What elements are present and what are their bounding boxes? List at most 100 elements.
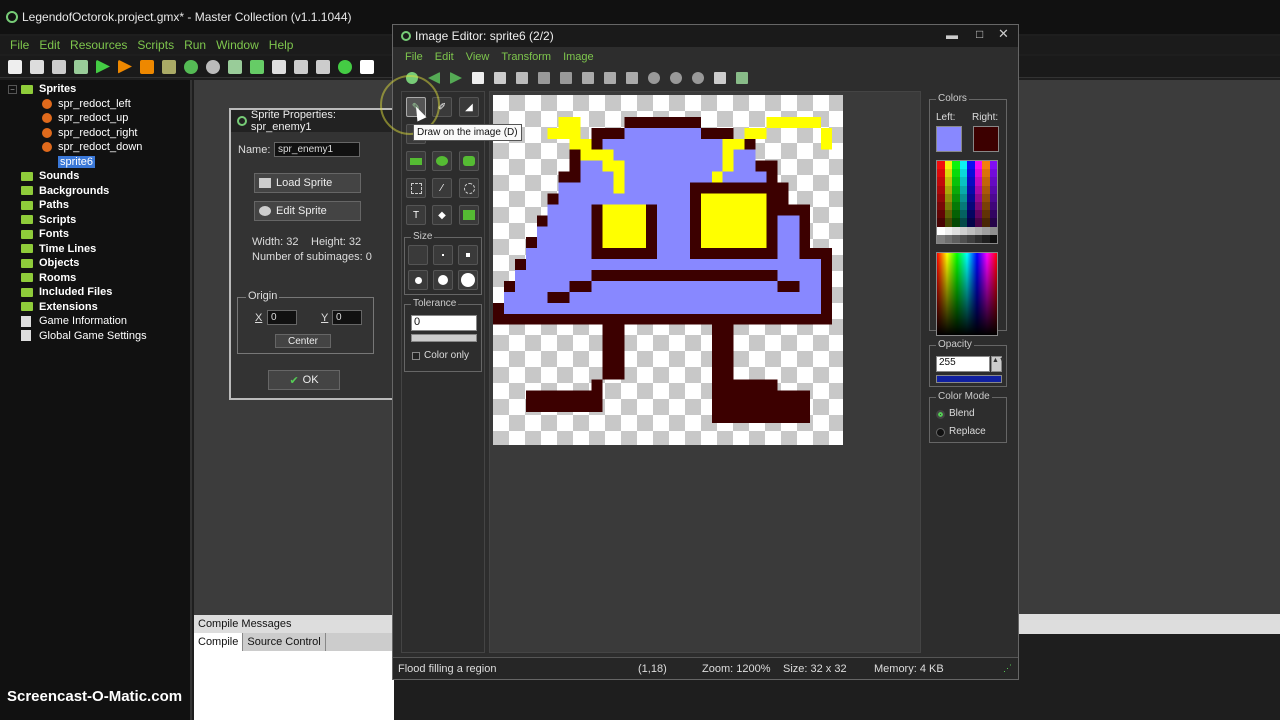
run-icon[interactable] [96, 59, 110, 74]
menu-scripts[interactable]: Scripts [137, 38, 174, 52]
create-path-icon[interactable] [250, 59, 264, 74]
palette-swatch[interactable] [944, 169, 952, 178]
tree-objects-folder[interactable]: Objects [0, 256, 190, 271]
palette-swatch[interactable] [989, 201, 997, 211]
palette-swatch[interactable] [937, 177, 945, 186]
tree-scripts-folder[interactable]: Scripts [0, 213, 190, 228]
rounded-rect-tool-icon[interactable] [459, 151, 479, 171]
tab-source-control[interactable]: Source Control [243, 633, 326, 651]
ie-menu-view[interactable]: View [466, 51, 490, 63]
palette-swatch[interactable] [944, 185, 952, 194]
palette-swatch[interactable] [989, 234, 997, 243]
text-tool-icon[interactable]: T [406, 205, 426, 225]
palette-swatch[interactable] [982, 234, 990, 243]
zoom-in-icon[interactable] [692, 72, 704, 84]
palette-swatch[interactable] [952, 234, 960, 243]
palette-swatch[interactable] [937, 193, 945, 202]
palette-swatch[interactable] [974, 169, 982, 178]
select-region-icon[interactable] [406, 178, 426, 198]
ie-menu-image[interactable]: Image [563, 51, 594, 63]
new-image-icon[interactable] [472, 72, 484, 84]
sprite-name-field[interactable]: spr_enemy1 [274, 142, 360, 157]
palette-swatch[interactable] [959, 226, 967, 235]
right-color-swatch[interactable] [973, 126, 999, 152]
tree-included-files-folder[interactable]: Included Files [0, 285, 190, 300]
create-room-icon[interactable] [360, 59, 374, 74]
menu-help[interactable]: Help [269, 38, 294, 52]
create-sound-icon[interactable] [206, 59, 220, 74]
change-color-icon[interactable] [459, 205, 479, 225]
copy-icon[interactable] [604, 72, 616, 84]
ok-button[interactable]: ✔ OK [268, 370, 340, 390]
palette-swatch[interactable] [967, 234, 975, 243]
redo-icon[interactable] [560, 72, 572, 84]
create-font-icon[interactable] [294, 59, 308, 74]
opacity-spinner[interactable]: ▲▼ [991, 356, 1006, 372]
palette-swatch[interactable] [974, 218, 982, 227]
center-button[interactable]: Center [275, 334, 331, 348]
palette-swatch[interactable] [967, 177, 975, 186]
palette-swatch[interactable] [937, 234, 945, 243]
tree-global-game-settings[interactable]: Global Game Settings [0, 329, 190, 344]
blend-radio[interactable] [936, 410, 945, 419]
create-executable-icon[interactable] [74, 59, 88, 74]
menu-run[interactable]: Run [184, 38, 206, 52]
tree-extensions-folder[interactable]: Extensions [0, 300, 190, 315]
palette-swatch[interactable] [952, 193, 960, 202]
palette-swatch[interactable] [967, 185, 975, 194]
palette-swatch[interactable] [974, 234, 982, 243]
paste-icon[interactable] [626, 72, 638, 84]
palette-swatch[interactable] [982, 201, 990, 211]
cut-icon[interactable] [582, 72, 594, 84]
tree-paths-folder[interactable]: Paths [0, 198, 190, 213]
palette-swatch[interactable] [982, 169, 990, 178]
tree-sprite-item[interactable]: spr_redoct_right [0, 126, 190, 141]
create-timeline-icon[interactable] [316, 59, 330, 74]
palette-swatch[interactable] [982, 218, 990, 227]
palette-swatch[interactable] [974, 201, 982, 211]
menu-window[interactable]: Window [216, 38, 259, 52]
palette-swatch[interactable] [937, 185, 945, 194]
tree-sprite-item-selected[interactable]: sprite6 [0, 155, 190, 170]
palette-swatch[interactable] [959, 169, 967, 178]
load-sprite-button[interactable]: Load Sprite [254, 173, 361, 193]
palette-swatch[interactable] [967, 201, 975, 211]
palette-swatch[interactable] [974, 161, 982, 170]
opacity-slider[interactable] [936, 375, 1002, 383]
palette-swatch[interactable] [974, 210, 982, 219]
palette-swatch[interactable] [982, 185, 990, 194]
palette-swatch[interactable] [989, 193, 997, 202]
tree-rooms-folder[interactable]: Rooms [0, 271, 190, 286]
ie-menu-file[interactable]: File [405, 51, 423, 63]
color-palette[interactable] [936, 160, 998, 244]
palette-swatch[interactable] [989, 177, 997, 186]
palette-swatch[interactable] [952, 210, 960, 219]
palette-swatch[interactable] [967, 193, 975, 202]
save-image-icon[interactable] [516, 72, 528, 84]
palette-swatch[interactable] [989, 161, 997, 170]
palette-swatch[interactable] [937, 218, 945, 227]
palette-swatch[interactable] [944, 226, 952, 235]
open-image-icon[interactable] [494, 72, 506, 84]
eraser-tool-icon[interactable]: ◢ [459, 97, 479, 117]
tree-backgrounds-folder[interactable]: Backgrounds [0, 184, 190, 199]
collapse-icon[interactable]: − [8, 84, 17, 94]
size-5-option[interactable] [433, 270, 453, 290]
replace-radio[interactable] [936, 428, 945, 437]
palette-swatch[interactable] [959, 185, 967, 194]
minimize-icon[interactable]: ▬ [946, 28, 958, 42]
palette-swatch[interactable] [937, 226, 945, 235]
size-2-option[interactable] [433, 245, 453, 265]
palette-swatch[interactable] [959, 201, 967, 211]
palette-swatch[interactable] [989, 226, 997, 235]
palette-swatch[interactable] [974, 177, 982, 186]
fill-tool-icon[interactable]: ◆ [432, 205, 452, 225]
palette-swatch[interactable] [982, 210, 990, 219]
menu-edit[interactable]: Edit [39, 38, 60, 52]
tree-timelines-folder[interactable]: Time Lines [0, 242, 190, 257]
palette-swatch[interactable] [959, 177, 967, 186]
open-project-icon[interactable] [30, 59, 44, 74]
palette-swatch[interactable] [967, 169, 975, 178]
size-4-option[interactable] [408, 270, 428, 290]
next-icon[interactable] [450, 72, 462, 84]
